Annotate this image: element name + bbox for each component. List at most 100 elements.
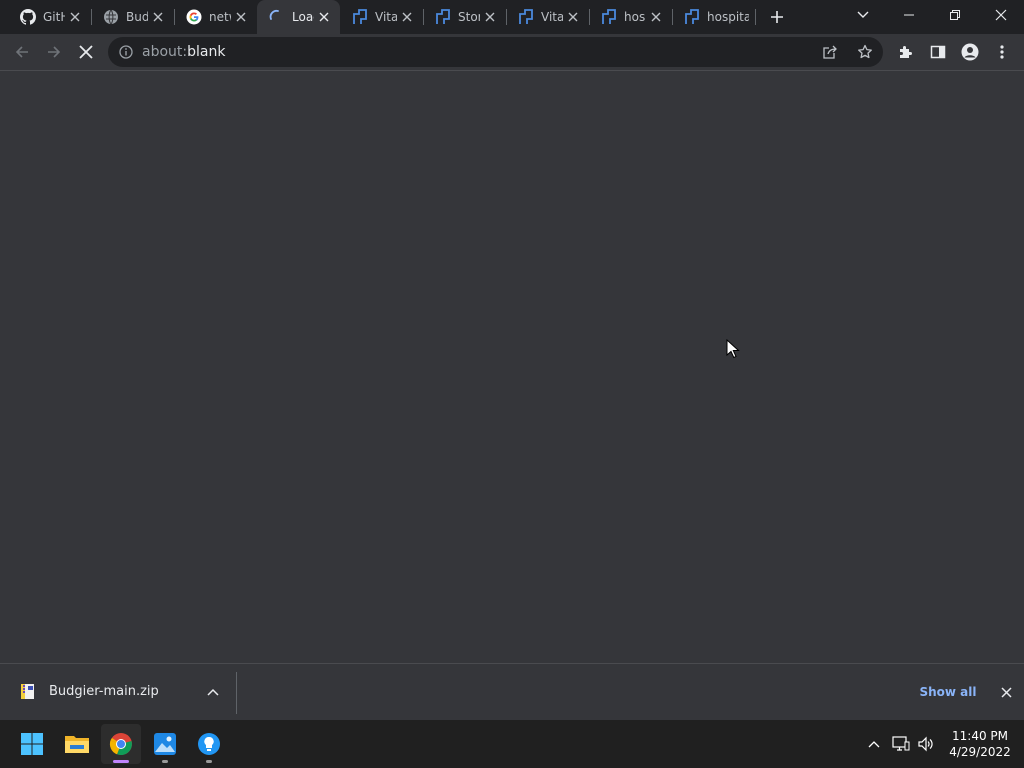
tab-title: Loading — [292, 10, 314, 24]
url-text[interactable]: about:blank — [142, 44, 225, 60]
tab-title: Store — [458, 10, 480, 24]
site-logo-icon — [518, 9, 534, 25]
url-host: blank — [187, 44, 226, 60]
tab-hospital-2[interactable]: hospital — [672, 0, 756, 34]
site-logo-icon — [352, 9, 368, 25]
google-icon — [186, 9, 202, 25]
url-scheme: about: — [142, 44, 188, 60]
arrow-right-icon — [48, 46, 61, 58]
taskbar-clock[interactable]: 11:40 PM 4/29/2022 — [944, 728, 1016, 760]
download-file-name: Budgier-main.zip — [49, 684, 159, 699]
download-divider — [236, 672, 237, 714]
tab-title: Budgier — [126, 10, 148, 24]
tab-title: hospital — [624, 10, 646, 24]
loading-spinner-icon — [269, 9, 285, 25]
star-bookmark-icon[interactable] — [857, 44, 873, 60]
tab-github[interactable]: GitHub — [8, 0, 91, 34]
close-icon — [79, 45, 93, 59]
close-window-button[interactable] — [978, 0, 1024, 30]
close-icon[interactable] — [150, 9, 166, 25]
new-tab-button[interactable] — [765, 5, 789, 29]
mouse-cursor-icon — [726, 339, 740, 359]
download-item[interactable]: Budgier-main.zip — [8, 670, 236, 714]
browser-toolbar: about:blank — [0, 34, 1024, 70]
close-icon — [995, 9, 1007, 21]
site-logo-icon — [435, 9, 451, 25]
chevron-up-icon — [868, 741, 880, 748]
tab-title: network — [209, 10, 231, 24]
plus-icon — [771, 11, 783, 23]
tab-title: hospital — [707, 10, 749, 24]
windows-logo-icon — [21, 733, 43, 755]
close-icon[interactable] — [233, 9, 249, 25]
close-icon[interactable] — [316, 9, 332, 25]
tab-google[interactable]: network — [174, 0, 257, 34]
volume-tray-icon[interactable] — [916, 734, 936, 754]
avatar-icon — [961, 43, 979, 61]
site-logo-icon — [684, 9, 700, 25]
site-logo-icon — [601, 9, 617, 25]
tab-budgier[interactable]: Budgier — [91, 0, 174, 34]
active-app-indicator — [113, 760, 129, 763]
lightbulb-icon — [198, 733, 220, 755]
zip-file-icon — [19, 683, 37, 701]
running-app-indicator — [162, 760, 168, 763]
forward-button[interactable] — [40, 38, 68, 66]
restore-button[interactable] — [932, 0, 978, 30]
close-icon[interactable] — [399, 9, 415, 25]
folder-icon — [65, 736, 89, 753]
tab-separator — [755, 9, 756, 25]
tab-title: GitHub — [43, 10, 65, 24]
close-icon[interactable] — [648, 9, 664, 25]
page-content-blank[interactable] — [0, 70, 1024, 663]
tab-search-button[interactable] — [851, 5, 875, 25]
kebab-menu-icon — [1000, 45, 1004, 59]
network-icon — [892, 736, 910, 751]
web-globe-icon — [103, 9, 119, 25]
close-icon — [1000, 686, 1012, 698]
browser-menu-button[interactable] — [988, 38, 1016, 66]
running-app-indicator — [206, 760, 212, 763]
taskbar: 11:40 PM 4/29/2022 — [0, 720, 1024, 768]
file-explorer-button[interactable] — [57, 724, 97, 764]
tab-hospital[interactable]: hospital — [589, 0, 672, 34]
chevron-up-icon[interactable] — [205, 684, 221, 700]
close-icon[interactable] — [67, 9, 83, 25]
tips-taskbar-button[interactable] — [189, 724, 229, 764]
share-icon[interactable] — [822, 44, 838, 60]
puzzle-icon — [900, 46, 912, 58]
tab-vital-2[interactable]: Vital — [506, 0, 589, 34]
info-icon[interactable] — [118, 44, 134, 60]
clock-time: 11:40 PM — [952, 729, 1008, 743]
network-tray-icon[interactable] — [891, 734, 911, 754]
arrow-left-icon — [15, 46, 28, 58]
show-all-downloads-button[interactable]: Show all — [914, 680, 982, 704]
tab-title: Vital — [541, 10, 563, 24]
address-bar[interactable]: about:blank — [108, 37, 883, 67]
photos-icon — [154, 733, 176, 755]
side-panel-icon — [930, 45, 946, 59]
restore-icon — [950, 10, 960, 20]
chrome-icon — [109, 733, 132, 756]
minimize-icon — [904, 14, 914, 16]
show-hidden-icons-button[interactable] — [864, 734, 884, 754]
extensions-button[interactable] — [892, 38, 920, 66]
side-panel-button[interactable] — [924, 38, 952, 66]
chrome-taskbar-button[interactable] — [101, 724, 141, 764]
tab-vital[interactable]: Vital — [340, 0, 423, 34]
speaker-icon — [918, 736, 933, 752]
tab-loading-active[interactable]: Loading — [257, 0, 340, 34]
github-icon — [20, 9, 36, 25]
start-button[interactable] — [12, 724, 52, 764]
minimize-button[interactable] — [886, 0, 932, 30]
close-shelf-button[interactable] — [997, 683, 1015, 701]
back-button[interactable] — [8, 38, 36, 66]
photos-taskbar-button[interactable] — [145, 724, 185, 764]
stop-loading-button[interactable] — [72, 38, 100, 66]
close-icon[interactable] — [482, 9, 498, 25]
tab-store[interactable]: Store — [423, 0, 506, 34]
profile-button[interactable] — [956, 38, 984, 66]
download-shelf: Budgier-main.zip Show all — [0, 663, 1024, 720]
tab-strip: GitHub Budgier network Loading — [0, 0, 1024, 34]
close-icon[interactable] — [565, 9, 581, 25]
